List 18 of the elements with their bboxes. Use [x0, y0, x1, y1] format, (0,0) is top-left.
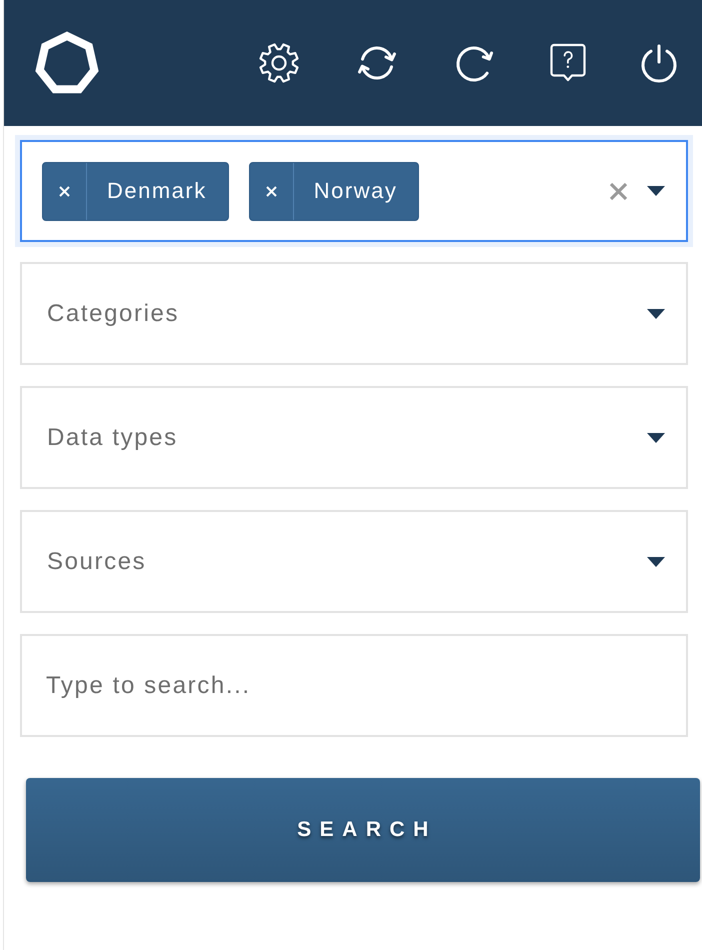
tag-label: Norway: [312, 180, 398, 202]
filter-dropdown[interactable]: Categories: [20, 262, 688, 365]
close-icon: [266, 186, 277, 196]
caret-down-icon: [647, 308, 665, 318]
help-icon[interactable]: [550, 43, 586, 83]
tag-label: Denmark: [106, 180, 208, 202]
settings-icon[interactable]: [258, 42, 300, 84]
search-field[interactable]: Type to search...: [20, 634, 688, 737]
heptagon-logo-icon[interactable]: [34, 30, 100, 96]
clear-icon[interactable]: [609, 182, 628, 200]
search-button[interactable]: SEARCH: [26, 778, 700, 882]
caret-down-icon[interactable]: [647, 186, 665, 196]
power-icon[interactable]: [640, 43, 678, 83]
caret-down-icon: [647, 556, 665, 566]
close-icon: [59, 186, 70, 196]
filter-dropdown[interactable]: Sources: [20, 510, 688, 613]
filter-dropdown[interactable]: Data types: [20, 386, 688, 489]
caret-down-icon: [647, 432, 665, 442]
